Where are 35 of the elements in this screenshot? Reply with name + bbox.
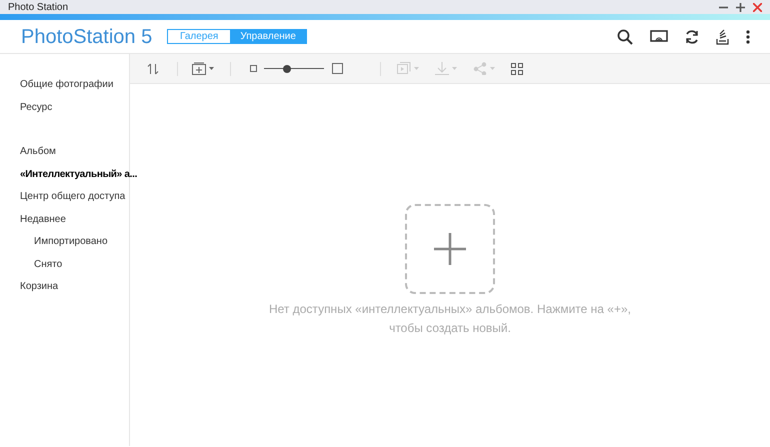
caret-icon [452,67,457,70]
sidebar-item[interactable]: Центр общего доступа [20,186,126,208]
small-size-icon [250,65,257,72]
window-title: Photo Station [8,0,68,14]
add-album-icon [192,62,206,75]
close-icon[interactable] [753,2,762,12]
sort-icon[interactable] [147,62,159,74]
share-icon [473,62,487,75]
sidebar-item[interactable]: Корзина [20,276,58,298]
empty-message: Нет доступных «интеллектуальных» альбомов. Нажмите на «+», чтобы создать новый. [268,301,632,337]
refresh-icon[interactable] [685,30,699,44]
slider-thumb[interactable] [283,64,292,72]
sidebar-item[interactable]: Импортировано [34,231,108,254]
sidebar-item[interactable]: Недавнее [20,208,66,231]
caret-icon [209,67,214,70]
download-icon [435,62,449,75]
size-slider[interactable] [264,64,324,72]
sidebar-item[interactable]: Альбом [20,141,56,164]
sidebar-item[interactable]: Общие фотографии [20,74,114,96]
add-dropdown[interactable] [192,62,214,75]
caret-icon [490,67,495,70]
large-size-icon [332,63,343,74]
sidebar-item[interactable]: Ресурс [20,96,52,119]
upload-stack-icon[interactable] [716,28,729,44]
screen-icon[interactable] [650,30,668,43]
maximize-icon[interactable] [736,2,745,12]
sidebar-item[interactable]: Снято [34,254,62,276]
sidebar-item[interactable]: «Интеллектуальный» а... [20,164,138,186]
select-grid-icon[interactable] [511,62,523,74]
slideshow-icon [397,62,411,75]
plus-icon [434,233,466,265]
caret-icon [414,67,419,70]
app-logo: PhotoStation 5 [21,24,154,50]
more-icon[interactable] [746,30,750,44]
search-icon[interactable] [617,28,633,44]
